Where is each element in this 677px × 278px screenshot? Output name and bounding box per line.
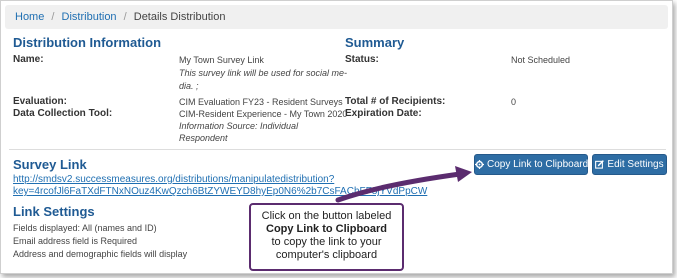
data-collection-tool-value: CIM-Resident Experience - My Town 2020 [179,109,348,119]
survey-url-link[interactable]: http://smdsv2.successmeasures.org/distri… [13,174,427,198]
callout-line2: Copy Link to Clipboard [266,223,387,235]
instruction-callout: Click on the button labeled Copy Link to… [249,203,404,271]
edit-settings-button-label: Edit Settings [607,159,664,170]
expiration-date-label: Expiration Date: [345,108,422,119]
details-panel: Home / Distribution / Details Distributi… [0,0,673,274]
copy-link-button-label: Copy Link to Clipboard [487,159,589,170]
information-source-line1: Information Source: Individual [179,121,299,131]
copy-link-button[interactable]: Copy Link to Clipboard [474,154,588,175]
distribution-info-heading: Distribution Information [13,35,162,50]
total-recipients-label: Total # of Recipients: [345,96,446,107]
edit-settings-button[interactable]: Edit Settings [592,154,667,175]
survey-link-heading: Survey Link [13,157,87,172]
section-divider [9,149,666,150]
breadcrumb-current: Details Distribution [133,11,226,23]
breadcrumb-separator: / [123,11,127,23]
link-settings-heading: Link Settings [13,204,95,219]
callout-line1: Click on the button labeled [261,210,392,222]
breadcrumb-separator: / [51,11,55,23]
callout-line3: to copy the link to your [271,236,382,248]
total-recipients-value: 0 [511,97,517,107]
information-source-line2: Respondent [179,133,228,143]
survey-url-line1: http://smdsv2.successmeasures.org/distri… [13,174,335,185]
survey-url-line2: key=4rcofJl6FaTXdFTNxNOuz4KwQzch6BtZYWEY… [13,186,428,197]
name-label: Name: [13,54,44,65]
name-value: My Town Survey Link [179,55,264,65]
status-value: Not Scheduled [511,55,571,65]
breadcrumb-home[interactable]: Home [15,11,44,23]
address-fields-text: Address and demographic fields will disp… [13,249,188,259]
name-description-line2: dia. ; [179,81,199,91]
breadcrumb: Home / Distribution / Details Distributi… [5,5,668,29]
evaluation-label: Evaluation: [13,96,67,107]
summary-heading: Summary [345,35,405,50]
edit-icon [595,160,605,169]
fields-displayed-text: Fields displayed: All (names and ID) [13,223,157,233]
breadcrumb-distribution[interactable]: Distribution [62,11,117,23]
email-field-text: Email address field is Required [13,236,138,246]
gear-icon [475,160,484,169]
name-description-line1: This survey link will be used for social… [179,68,348,78]
status-label: Status: [345,54,379,65]
data-collection-tool-label: Data Collection Tool: [13,108,113,119]
evaluation-value: CIM Evaluation FY23 - Resident Surveys [179,97,343,107]
callout-line4: computer's clipboard [275,249,378,261]
